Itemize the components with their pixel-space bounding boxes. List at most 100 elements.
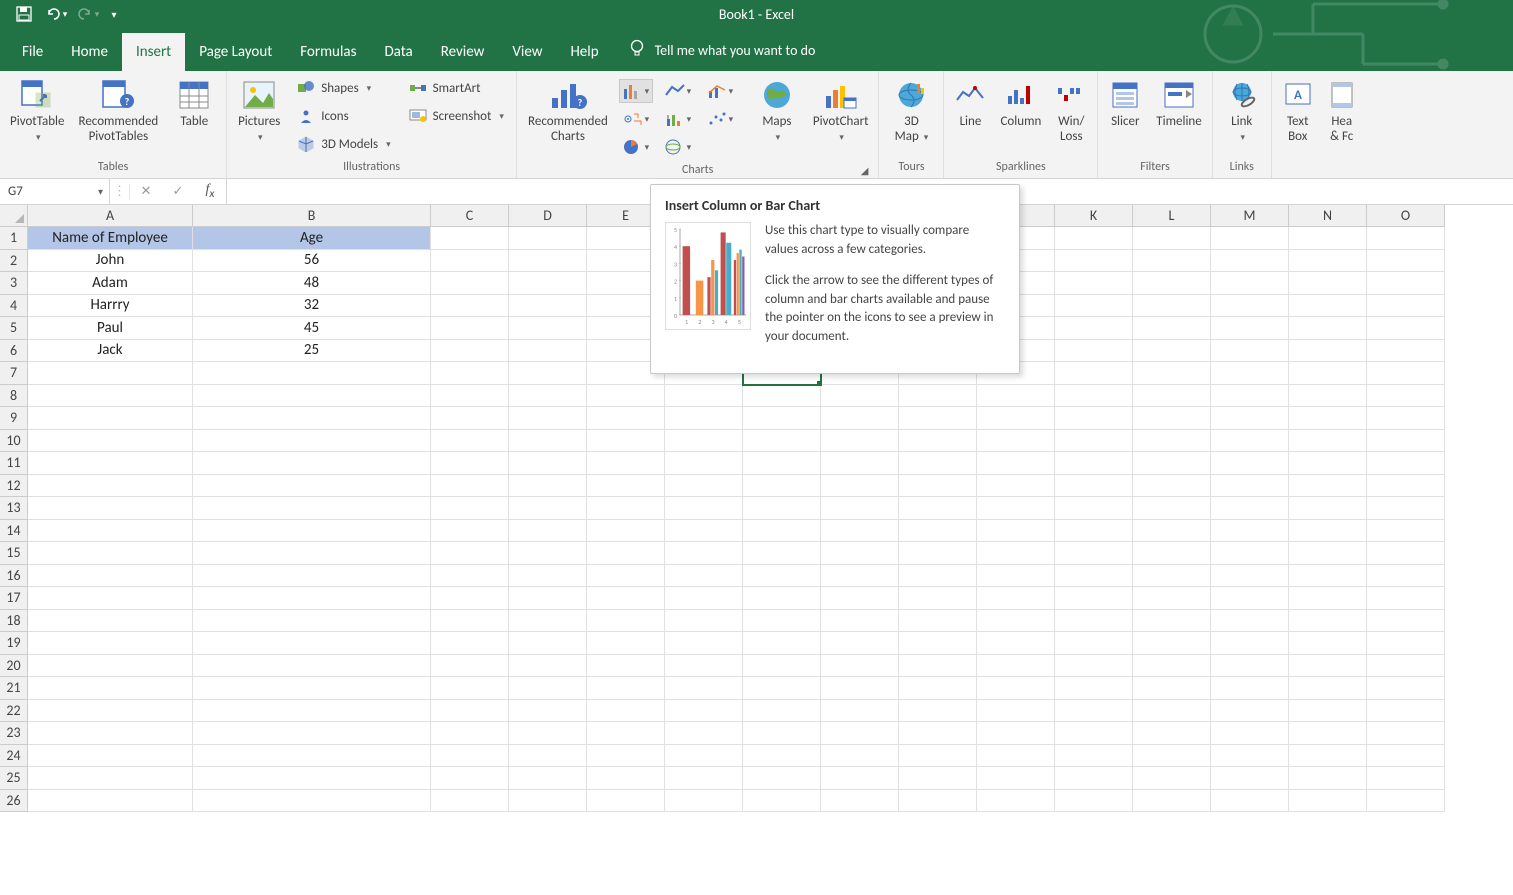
row-header-24[interactable]: 24 xyxy=(0,745,28,768)
cell-I26[interactable] xyxy=(899,790,977,813)
cell-B14[interactable] xyxy=(193,520,431,543)
cell-H16[interactable] xyxy=(821,565,899,588)
cell-G26[interactable] xyxy=(743,790,821,813)
row-header-5[interactable]: 5 xyxy=(0,317,28,340)
cell-M9[interactable] xyxy=(1211,407,1289,430)
cell-L14[interactable] xyxy=(1133,520,1211,543)
cell-C21[interactable] xyxy=(431,677,509,700)
cell-L1[interactable] xyxy=(1133,227,1211,250)
cell-H13[interactable] xyxy=(821,497,899,520)
cell-I12[interactable] xyxy=(899,475,977,498)
cell-J10[interactable] xyxy=(977,430,1055,453)
cell-I24[interactable] xyxy=(899,745,977,768)
cell-G9[interactable] xyxy=(743,407,821,430)
cell-F23[interactable] xyxy=(665,722,743,745)
cell-F20[interactable] xyxy=(665,655,743,678)
pivotchart-button[interactable]: PivotChart▾ xyxy=(809,75,873,147)
cell-C26[interactable] xyxy=(431,790,509,813)
row-header-6[interactable]: 6 xyxy=(0,340,28,363)
cell-M21[interactable] xyxy=(1211,677,1289,700)
cell-B11[interactable] xyxy=(193,452,431,475)
row-header-13[interactable]: 13 xyxy=(0,497,28,520)
cell-F15[interactable] xyxy=(665,542,743,565)
cell-I23[interactable] xyxy=(899,722,977,745)
row-header-15[interactable]: 15 xyxy=(0,542,28,565)
cell-F22[interactable] xyxy=(665,700,743,723)
cell-D13[interactable] xyxy=(509,497,587,520)
cell-A22[interactable] xyxy=(28,700,193,723)
row-header-20[interactable]: 20 xyxy=(0,655,28,678)
row-header-12[interactable]: 12 xyxy=(0,475,28,498)
cell-L8[interactable] xyxy=(1133,385,1211,408)
cell-E9[interactable] xyxy=(587,407,665,430)
column-header-N[interactable]: N xyxy=(1289,205,1367,227)
cell-E22[interactable] xyxy=(587,700,665,723)
cell-D12[interactable] xyxy=(509,475,587,498)
cell-N20[interactable] xyxy=(1289,655,1367,678)
cell-I11[interactable] xyxy=(899,452,977,475)
row-header-14[interactable]: 14 xyxy=(0,520,28,543)
cell-A3[interactable]: Adam xyxy=(28,272,193,295)
cell-C14[interactable] xyxy=(431,520,509,543)
name-box[interactable]: G7 xyxy=(0,179,110,204)
cell-O11[interactable] xyxy=(1367,452,1445,475)
cell-H17[interactable] xyxy=(821,587,899,610)
cell-A23[interactable] xyxy=(28,722,193,745)
cell-E21[interactable] xyxy=(587,677,665,700)
cell-M11[interactable] xyxy=(1211,452,1289,475)
cancel-formula-button[interactable]: ✕ xyxy=(130,184,162,199)
cell-F21[interactable] xyxy=(665,677,743,700)
cell-O17[interactable] xyxy=(1367,587,1445,610)
column-header-K[interactable]: K xyxy=(1055,205,1133,227)
screenshot-button[interactable]: Screenshot▾ xyxy=(403,103,510,129)
cell-H9[interactable] xyxy=(821,407,899,430)
cell-K18[interactable] xyxy=(1055,610,1133,633)
cell-F25[interactable] xyxy=(665,767,743,790)
cell-I8[interactable] xyxy=(899,385,977,408)
cell-B5[interactable]: 45 xyxy=(193,317,431,340)
cell-E11[interactable] xyxy=(587,452,665,475)
pictures-button[interactable]: Pictures▾ xyxy=(233,75,285,147)
cell-D11[interactable] xyxy=(509,452,587,475)
cell-O25[interactable] xyxy=(1367,767,1445,790)
cell-L19[interactable] xyxy=(1133,632,1211,655)
cell-K3[interactable] xyxy=(1055,272,1133,295)
cell-H11[interactable] xyxy=(821,452,899,475)
cell-O9[interactable] xyxy=(1367,407,1445,430)
cell-C15[interactable] xyxy=(431,542,509,565)
cell-E19[interactable] xyxy=(587,632,665,655)
cell-A8[interactable] xyxy=(28,385,193,408)
cell-F16[interactable] xyxy=(665,565,743,588)
cell-N17[interactable] xyxy=(1289,587,1367,610)
cell-C20[interactable] xyxy=(431,655,509,678)
cell-B2[interactable]: 56 xyxy=(193,250,431,273)
cell-I10[interactable] xyxy=(899,430,977,453)
cell-J23[interactable] xyxy=(977,722,1055,745)
cell-G21[interactable] xyxy=(743,677,821,700)
cell-N2[interactable] xyxy=(1289,250,1367,273)
cell-C10[interactable] xyxy=(431,430,509,453)
column-header-A[interactable]: A xyxy=(28,205,193,227)
cell-N6[interactable] xyxy=(1289,340,1367,363)
cell-A9[interactable] xyxy=(28,407,193,430)
row-header-7[interactable]: 7 xyxy=(0,362,28,385)
recommended-pivot-button[interactable]: ? Recommended PivotTables xyxy=(75,75,163,147)
cell-O10[interactable] xyxy=(1367,430,1445,453)
cell-A1[interactable]: Name of Employee xyxy=(28,227,193,250)
cell-K15[interactable] xyxy=(1055,542,1133,565)
cell-K17[interactable] xyxy=(1055,587,1133,610)
select-all-corner[interactable] xyxy=(0,205,28,227)
cell-A26[interactable] xyxy=(28,790,193,813)
cell-O4[interactable] xyxy=(1367,295,1445,318)
cell-L5[interactable] xyxy=(1133,317,1211,340)
tab-insert[interactable]: Insert xyxy=(122,33,185,71)
cell-K5[interactable] xyxy=(1055,317,1133,340)
cell-M3[interactable] xyxy=(1211,272,1289,295)
cell-C8[interactable] xyxy=(431,385,509,408)
cell-K7[interactable] xyxy=(1055,362,1133,385)
cell-D2[interactable] xyxy=(509,250,587,273)
cell-O5[interactable] xyxy=(1367,317,1445,340)
cell-L7[interactable] xyxy=(1133,362,1211,385)
cell-O7[interactable] xyxy=(1367,362,1445,385)
cell-H15[interactable] xyxy=(821,542,899,565)
